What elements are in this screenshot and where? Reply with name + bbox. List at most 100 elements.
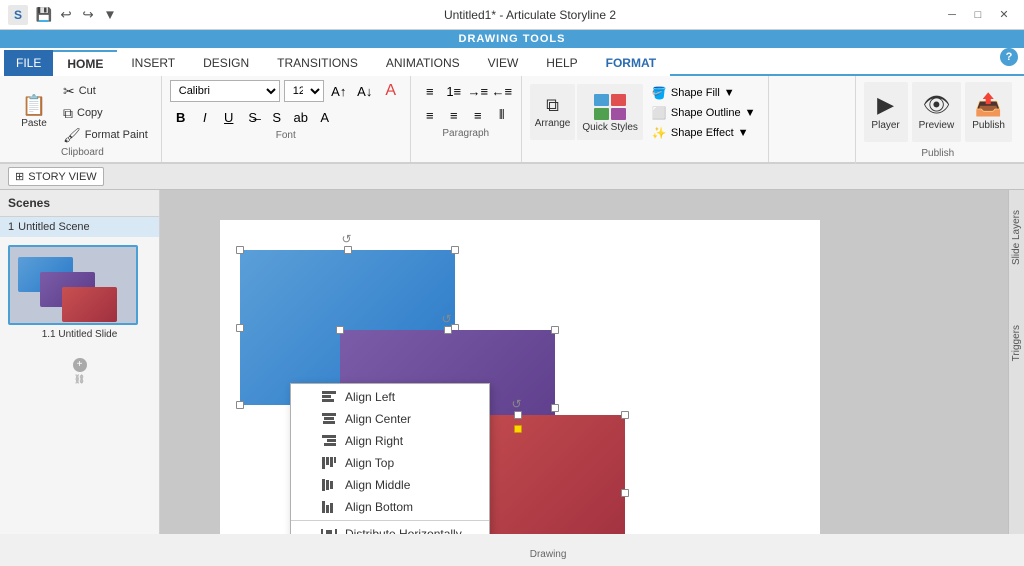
- quick-styles-button[interactable]: Quick Styles: [577, 84, 643, 140]
- tab-transitions[interactable]: TRANSITIONS: [263, 50, 372, 76]
- handle-tr-blue[interactable]: [451, 246, 459, 254]
- shape-outline-button[interactable]: ⬜ Shape Outline ▼: [647, 104, 761, 122]
- ribbon-tabs: FILE HOME INSERT DESIGN TRANSITIONS ANIM…: [0, 48, 1024, 76]
- format-paint-label: Format Paint: [85, 129, 148, 141]
- scene-number: 1: [8, 221, 14, 233]
- arrange-button[interactable]: ⧉ Arrange: [530, 84, 576, 140]
- customize-button[interactable]: ▼: [100, 5, 120, 25]
- menu-item-distribute-h[interactable]: Distribute Horizontally: [291, 523, 489, 534]
- tab-insert[interactable]: INSERT: [117, 50, 189, 76]
- scene-item[interactable]: 1 Untitled Scene: [0, 217, 159, 237]
- menu-item-align-center[interactable]: Align Center: [291, 408, 489, 430]
- handle-tl-blue[interactable]: [236, 246, 244, 254]
- slide-layers-label[interactable]: Slide Layers: [1011, 210, 1022, 265]
- handle-tr-purple[interactable]: [551, 326, 559, 334]
- save-button[interactable]: 💾: [34, 5, 54, 25]
- minimize-button[interactable]: ─: [940, 5, 964, 25]
- shape-effect-arrow: ▼: [738, 127, 749, 139]
- menu-item-align-bottom[interactable]: Align Bottom: [291, 496, 489, 518]
- paste-label: Paste: [21, 118, 47, 129]
- font-size-select[interactable]: 12: [284, 80, 324, 102]
- highlight-button[interactable]: ab: [290, 106, 312, 128]
- tab-home[interactable]: HOME: [53, 50, 117, 76]
- align-right-icon: [321, 434, 337, 448]
- quick-access-toolbar: 💾 ↩ ↪ ▼: [34, 5, 120, 25]
- font-color-button[interactable]: A: [380, 80, 402, 102]
- canvas-area[interactable]: ↺ ↺: [160, 190, 1008, 534]
- help-button[interactable]: ?: [1000, 48, 1018, 66]
- menu-item-align-right[interactable]: Align Right: [291, 430, 489, 452]
- tab-view[interactable]: VIEW: [474, 50, 533, 76]
- decrease-indent-button[interactable]: ←≡: [491, 80, 513, 102]
- handle-tm-purple[interactable]: [444, 326, 452, 334]
- strikethrough-button[interactable]: S̶: [242, 106, 264, 128]
- tab-animations[interactable]: ANIMATIONS: [372, 50, 474, 76]
- handle-tl-purple[interactable]: [336, 326, 344, 334]
- align-center-button[interactable]: ≡: [443, 104, 465, 126]
- slide-thumbnail[interactable]: [8, 245, 138, 325]
- text-shadow-button[interactable]: S: [266, 106, 288, 128]
- menu-item-align-middle[interactable]: Align Middle: [291, 474, 489, 496]
- tab-format[interactable]: FORMAT: [592, 50, 670, 76]
- copy-button[interactable]: ⧉ Copy: [58, 103, 153, 123]
- story-view-icon: ⊞: [15, 170, 24, 183]
- font-grow-button[interactable]: A↑: [328, 80, 350, 102]
- player-button[interactable]: ▶ Player: [864, 82, 908, 142]
- add-slide-button[interactable]: +: [73, 358, 87, 372]
- italic-button[interactable]: I: [194, 106, 216, 128]
- redo-button[interactable]: ↪: [78, 5, 98, 25]
- font-family-select[interactable]: Calibri: [170, 80, 280, 102]
- handle-ml-blue[interactable]: [236, 324, 244, 332]
- publish-button[interactable]: 📤 Publish: [965, 82, 1012, 142]
- font-shrink-button[interactable]: A↓: [354, 80, 376, 102]
- paste-icon: 📋: [22, 96, 47, 116]
- tab-file[interactable]: FILE: [4, 50, 53, 76]
- window-controls: ─ □ ✕: [940, 5, 1016, 25]
- cut-label: Cut: [79, 85, 96, 97]
- align-right-button[interactable]: ≡: [467, 104, 489, 126]
- paragraph-group: ≡ 1≡ →≡ ←≡ ≡ ≡ ≡ ⫴ Paragraph: [411, 76, 522, 162]
- numbering-button[interactable]: 1≡: [443, 80, 465, 102]
- handle-tr-red[interactable]: [621, 411, 629, 419]
- menu-item-align-left[interactable]: Align Left: [291, 386, 489, 408]
- bold-button[interactable]: B: [170, 106, 192, 128]
- main-layout: Scenes 1 Untitled Scene 1.1 Untitled Sli…: [0, 190, 1024, 534]
- bullets-button[interactable]: ≡: [419, 80, 441, 102]
- columns-button[interactable]: ⫴: [491, 104, 513, 126]
- handle-bl-blue[interactable]: [236, 401, 244, 409]
- cut-button[interactable]: ✂ Cut: [58, 81, 153, 101]
- story-view-button[interactable]: ⊞ STORY VIEW: [8, 167, 104, 186]
- triggers-label[interactable]: Triggers: [1011, 325, 1022, 361]
- menu-item-align-top[interactable]: Align Top: [291, 452, 489, 474]
- tab-help[interactable]: HELP: [532, 50, 591, 76]
- handle-tm-blue[interactable]: [344, 246, 352, 254]
- align-center-icon: [321, 412, 337, 426]
- text-bg-button[interactable]: A: [314, 106, 336, 128]
- shape-fill-arrow: ▼: [724, 87, 735, 99]
- shape-outline-icon: ⬜: [652, 106, 667, 120]
- font-group: Calibri 12 A↑ A↓ A B I U S̶ S ab A Font: [162, 76, 411, 162]
- yellow-dot-red[interactable]: [514, 425, 522, 433]
- slide-label: 1.1 Untitled Slide: [8, 329, 151, 340]
- handle-mr-red[interactable]: [621, 489, 629, 497]
- shape-fill-button[interactable]: 🪣 Shape Fill ▼: [647, 84, 761, 102]
- shape-effect-button[interactable]: ✨ Shape Effect ▼: [647, 124, 761, 142]
- format-paint-button[interactable]: 🖌 Format Paint: [58, 125, 153, 145]
- handle-tm-red[interactable]: [514, 411, 522, 419]
- quick-styles-icon: [592, 92, 628, 120]
- underline-button[interactable]: U: [218, 106, 240, 128]
- rotate-handle-red[interactable]: ↺: [512, 397, 524, 409]
- maximize-button[interactable]: □: [966, 5, 990, 25]
- tab-design[interactable]: DESIGN: [189, 50, 263, 76]
- right-panel: Slide Layers Triggers: [1008, 190, 1024, 534]
- align-left-label: Align Left: [345, 390, 395, 404]
- rotate-handle-purple[interactable]: ↺: [442, 312, 454, 324]
- close-button[interactable]: ✕: [992, 5, 1016, 25]
- paste-button[interactable]: 📋 Paste: [12, 85, 56, 141]
- preview-button[interactable]: 👁 Preview: [912, 82, 962, 142]
- align-left-button[interactable]: ≡: [419, 104, 441, 126]
- handle-mr-purple[interactable]: [551, 404, 559, 412]
- rotate-handle-blue[interactable]: ↺: [342, 232, 354, 244]
- increase-indent-button[interactable]: →≡: [467, 80, 489, 102]
- undo-button[interactable]: ↩: [56, 5, 76, 25]
